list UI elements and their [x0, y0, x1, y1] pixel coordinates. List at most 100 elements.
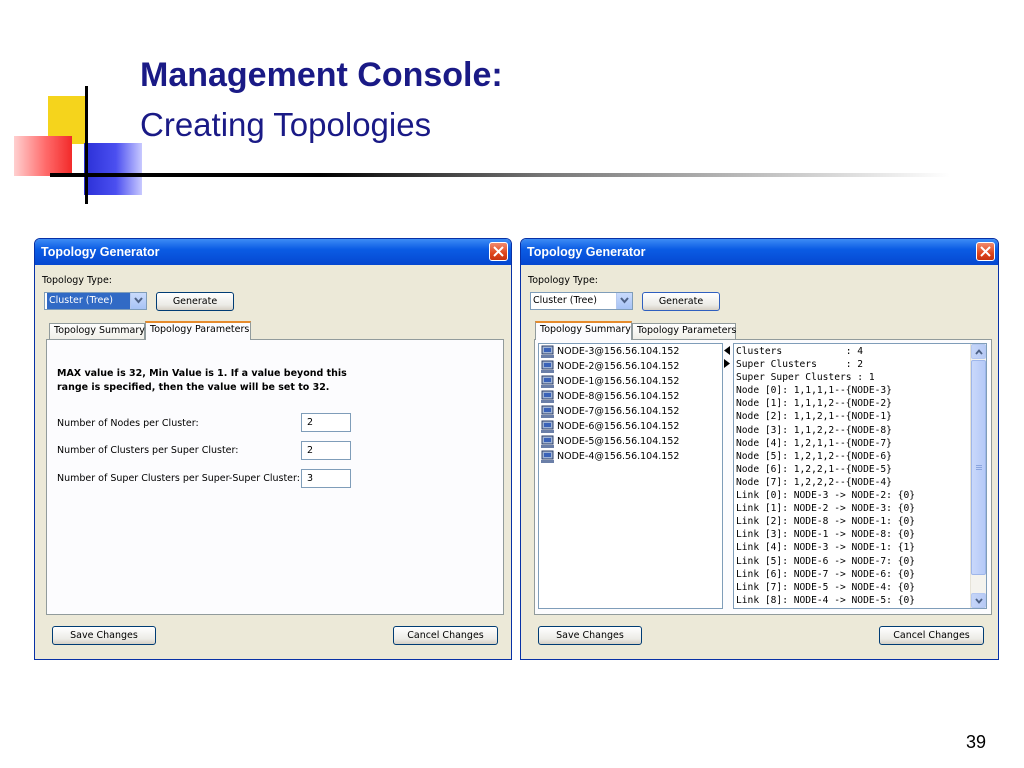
decoration-horizontal-line	[50, 173, 950, 177]
computer-node-icon	[541, 390, 554, 403]
topology-generator-window-parameters: Topology Generator Topology Type: Cluste…	[34, 238, 512, 660]
node-label: NODE-2@156.56.104.152	[557, 361, 680, 372]
summary-line: Link [7]: NODE-5 -> NODE-4: {0}	[736, 581, 916, 593]
summary-line: Link [2]: NODE-8 -> NODE-1: {0}	[736, 516, 916, 528]
summary-line: Link [5]: NODE-6 -> NODE-7: {0}	[736, 555, 916, 567]
super-clusters-per-super-super-cluster-input[interactable]: 3	[301, 469, 351, 488]
computer-node-icon	[541, 375, 554, 388]
scroll-down-button[interactable]	[971, 593, 986, 608]
generate-button[interactable]: Generate	[156, 292, 234, 311]
split-pane-divider[interactable]	[723, 343, 733, 609]
list-item[interactable]: NODE-2@156.56.104.152	[541, 360, 679, 375]
computer-node-icon	[541, 345, 554, 358]
summary-line: Link [8]: NODE-4 -> NODE-5: {0}	[736, 594, 916, 606]
nodes-per-cluster-input[interactable]: 2	[301, 413, 351, 432]
decoration-blue-block	[84, 143, 142, 195]
thumb-grip	[976, 467, 982, 468]
clusters-per-super-cluster-input[interactable]: 2	[301, 441, 351, 460]
close-button[interactable]	[489, 242, 508, 261]
summary-line: Link [6]: NODE-7 -> NODE-6: {0}	[736, 568, 916, 580]
summary-line: Super Clusters : 2	[736, 359, 864, 371]
tab-topology-summary[interactable]: Topology Summary	[535, 321, 632, 340]
window-body: Topology Type: Cluster (Tree) Generate T…	[521, 265, 998, 659]
tab-topology-parameters[interactable]: Topology Parameters	[145, 321, 251, 340]
summary-line: Node [2]: 1,1,2,1--{NODE-1}	[736, 411, 892, 423]
summary-line: Node [0]: 1,1,1,1--{NODE-3}	[736, 385, 892, 397]
topology-type-value: Cluster (Tree)	[533, 295, 597, 306]
cancel-changes-button[interactable]: Cancel Changes	[393, 626, 498, 645]
list-item[interactable]: NODE-8@156.56.104.152	[541, 390, 679, 405]
chevron-down-icon	[620, 297, 629, 304]
summary-line: Node [1]: 1,1,1,2--{NODE-2}	[736, 398, 892, 410]
summary-line: Node [5]: 1,2,1,2--{NODE-6}	[736, 450, 892, 462]
topology-type-select[interactable]: Cluster (Tree)	[44, 292, 147, 310]
generate-button[interactable]: Generate	[642, 292, 720, 311]
window-titlebar[interactable]: Topology Generator	[35, 239, 511, 265]
arrow-left-icon[interactable]	[724, 346, 731, 355]
parameters-panel: MAX value is 32, Min Value is 1. If a va…	[46, 339, 504, 615]
tab-topology-summary[interactable]: Topology Summary	[49, 323, 145, 339]
window-body: Topology Type: Cluster (Tree) Generate T…	[35, 265, 511, 659]
nodes-per-cluster-label: Number of Nodes per Cluster:	[57, 418, 199, 429]
summary-line: Link [0]: NODE-3 -> NODE-2: {0}	[736, 490, 916, 502]
node-list[interactable]: NODE-3@156.56.104.152 NODE-2@156.56.104.…	[538, 343, 723, 609]
window-title: Topology Generator	[527, 245, 646, 259]
topology-type-label: Topology Type:	[42, 275, 112, 286]
chevron-down-icon	[975, 598, 983, 604]
cancel-changes-button[interactable]: Cancel Changes	[879, 626, 984, 645]
chevron-down-icon	[134, 297, 143, 304]
node-label: NODE-7@156.56.104.152	[557, 406, 680, 417]
list-item[interactable]: NODE-4@156.56.104.152	[541, 450, 679, 465]
slide-title: Management Console:	[140, 56, 503, 94]
clusters-per-super-cluster-label: Number of Clusters per Super Cluster:	[57, 445, 239, 456]
range-info-text: MAX value is 32, Min Value is 1. If a va…	[57, 368, 347, 393]
list-item[interactable]: NODE-3@156.56.104.152	[541, 345, 679, 360]
topology-type-value: Cluster (Tree)	[47, 293, 133, 309]
node-label: NODE-6@156.56.104.152	[557, 421, 680, 432]
slide-subtitle: Creating Topologies	[140, 106, 432, 143]
list-item[interactable]: NODE-5@156.56.104.152	[541, 435, 679, 450]
vertical-scrollbar[interactable]	[970, 344, 986, 608]
computer-node-icon	[541, 405, 554, 418]
topology-type-select[interactable]: Cluster (Tree)	[530, 292, 633, 310]
dropdown-button[interactable]	[130, 293, 146, 309]
decoration-red-block	[14, 136, 72, 176]
topology-summary-textarea[interactable]: Clusters : 4 Super Clusters : 2 Super Supe…	[733, 343, 987, 609]
chevron-up-icon	[975, 349, 983, 355]
super-clusters-per-super-super-cluster-label: Number of Super Clusters per Super-Super…	[57, 473, 300, 484]
summary-line: Node [4]: 1,2,1,1--{NODE-7}	[736, 437, 892, 449]
dropdown-button[interactable]	[616, 293, 632, 309]
computer-node-icon	[541, 450, 554, 463]
summary-panel: NODE-3@156.56.104.152 NODE-2@156.56.104.…	[534, 339, 992, 615]
summary-text: Clusters : 4 Super Clusters : 2 Super Supe…	[736, 345, 915, 607]
node-label: NODE-4@156.56.104.152	[557, 451, 680, 462]
summary-line: Node [6]: 1,2,2,1--{NODE-5}	[736, 463, 892, 475]
list-item[interactable]: NODE-6@156.56.104.152	[541, 420, 679, 435]
summary-line: Link [4]: NODE-3 -> NODE-1: {1}	[736, 542, 916, 554]
close-button[interactable]	[976, 242, 995, 261]
scrollbar-thumb[interactable]	[971, 360, 986, 575]
decoration-vertical-line	[85, 86, 88, 204]
node-label: NODE-8@156.56.104.152	[557, 391, 680, 402]
summary-line: Link [1]: NODE-2 -> NODE-3: {0}	[736, 503, 916, 515]
topology-generator-window-summary: Topology Generator Topology Type: Cluste…	[520, 238, 999, 660]
tab-topology-parameters[interactable]: Topology Parameters	[632, 323, 736, 339]
arrow-right-icon[interactable]	[724, 359, 731, 368]
summary-line: Super Super Clusters : 1	[736, 372, 875, 384]
list-item[interactable]: NODE-1@156.56.104.152	[541, 375, 679, 390]
summary-line: Clusters : 4	[736, 346, 864, 357]
thumb-grip	[976, 469, 982, 470]
node-label: NODE-5@156.56.104.152	[557, 436, 680, 447]
node-label: NODE-1@156.56.104.152	[557, 376, 680, 387]
node-label: NODE-3@156.56.104.152	[557, 346, 680, 357]
save-changes-button[interactable]: Save Changes	[538, 626, 642, 645]
window-titlebar[interactable]: Topology Generator	[521, 239, 998, 265]
summary-line: Node [7]: 1,2,2,2--{NODE-4}	[736, 476, 892, 488]
topology-type-label: Topology Type:	[528, 275, 598, 286]
list-item[interactable]: NODE-7@156.56.104.152	[541, 405, 679, 420]
window-title: Topology Generator	[41, 245, 160, 259]
save-changes-button[interactable]: Save Changes	[52, 626, 156, 645]
close-icon	[493, 246, 504, 257]
scroll-up-button[interactable]	[971, 344, 986, 359]
computer-node-icon	[541, 360, 554, 373]
